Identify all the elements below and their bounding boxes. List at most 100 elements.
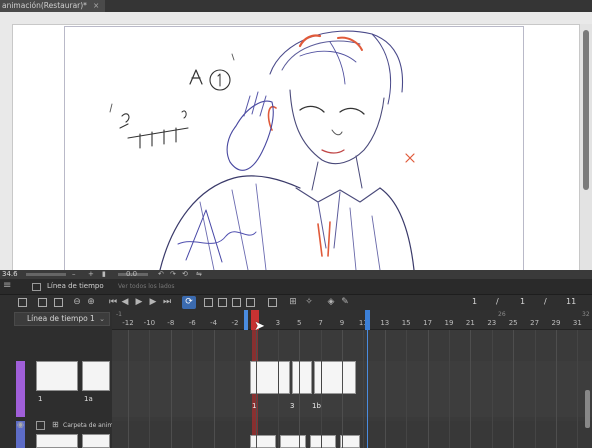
timeline-panel: ≡ Línea de tiempo Ver todos los lados ⊖ … (0, 279, 592, 448)
secondary-tab[interactable]: Ver todos los lados (118, 283, 175, 290)
cel-thumbnail[interactable] (310, 435, 336, 448)
frame-grid-line (213, 330, 215, 448)
new-cel-icon[interactable] (204, 298, 213, 307)
settings-timeline-icon[interactable] (54, 298, 63, 307)
timeline-header: ≡ Línea de tiempo Ver todos los lados (0, 279, 592, 295)
edit-timeline-icon[interactable] (38, 298, 47, 307)
cel-thumbnail[interactable] (250, 435, 276, 448)
zoom-in-button[interactable]: + (88, 270, 94, 279)
zoom-in-timeline-icon[interactable]: ⊕ (86, 297, 96, 307)
last-frame-icon[interactable]: ⏭ (162, 297, 172, 307)
new-timeline-icon[interactable] (18, 298, 27, 307)
ruler-tick-label: 25 (508, 319, 518, 327)
zoom-slider[interactable] (26, 273, 66, 276)
rotate-left-icon[interactable]: ↶ (158, 270, 164, 279)
first-frame-icon[interactable]: ⏮ (108, 297, 118, 307)
track-thumbnail[interactable] (36, 361, 78, 391)
canvas-area[interactable] (0, 12, 592, 282)
eye-icon[interactable]: ◉ (17, 420, 24, 429)
specify-cel-icon[interactable] (232, 298, 241, 307)
timeline-scroll-thumb[interactable] (585, 390, 590, 428)
cel-thumbnail[interactable] (280, 435, 306, 448)
timeline-tab[interactable]: Línea de tiempo (47, 282, 104, 290)
canvas-scroll-thumb[interactable] (583, 30, 589, 190)
thumbnail-label: 1a (84, 395, 93, 403)
ruler-tick-label: 7 (318, 319, 323, 327)
timeline-tab-icon (32, 283, 41, 291)
ruler-tick-label: -2 (231, 319, 239, 327)
timeline-selector[interactable]: Línea de tiempo 1 ⌄ (14, 312, 110, 326)
prev-frame-icon[interactable]: ◀ (120, 297, 130, 307)
rotate-value[interactable]: 0.0 (126, 270, 137, 279)
ruler-tick-label: -12 (122, 319, 134, 327)
play-icon[interactable]: ▶ (134, 297, 144, 307)
panel-menu-icon[interactable]: ≡ (3, 281, 11, 291)
frame-grid-line (299, 330, 301, 448)
mouse-cursor-icon: ➤ (254, 319, 265, 334)
frame-grid-line (342, 330, 343, 448)
playback-range-start[interactable] (244, 310, 248, 330)
track-thumbnail[interactable] (82, 361, 110, 391)
ruler-tick-label: 15 (401, 319, 411, 327)
ruler-tick-label: 31 (572, 319, 582, 327)
frame-grid-line (170, 330, 172, 448)
assign-cel-icon[interactable] (218, 298, 227, 307)
pen-icon[interactable]: ✎ (340, 297, 350, 307)
expand-icon[interactable]: ⊞ (52, 420, 59, 429)
track-thumbnail[interactable] (82, 434, 110, 448)
keyframe-type-icon[interactable]: ◈ (326, 297, 336, 307)
playback-range-end[interactable] (365, 310, 370, 330)
document-tab[interactable]: animación(Restaurar)* × (0, 0, 106, 12)
ruler-tick-label: 19 (444, 319, 454, 327)
timeline-frames[interactable]: -12-10-8-6-4-213579111315171921232527293… (112, 310, 592, 448)
rotate-right-icon[interactable]: ↷ (170, 270, 176, 279)
frame-grid-line (235, 330, 236, 448)
frame-grid-line (320, 330, 322, 448)
onion-skin-icon[interactable] (268, 298, 277, 307)
frame-grid-line (513, 330, 515, 448)
ruler-tick-label: 3 (275, 319, 281, 327)
cel-thumbnail[interactable] (340, 435, 360, 448)
document-tab-title: animación(Restaurar)* (2, 1, 87, 10)
frame-grid-line (534, 330, 536, 448)
timeline-track-names: Línea de tiempo 1 ⌄ 1 1a ◉ ⊞ Carpeta de … (0, 310, 129, 448)
document-tab-bar: animación(Restaurar)* × (0, 0, 592, 12)
frame-ruler[interactable]: -12-10-8-6-4-213579111315171921232527293… (112, 310, 592, 330)
frame-mid: 1 (520, 297, 526, 306)
frame-grid-line (556, 330, 557, 448)
frame-grid-line (577, 330, 579, 448)
current-frame: 1 (472, 297, 478, 306)
flip-icon[interactable]: ⇋ (196, 270, 202, 279)
frame-grid-line (449, 330, 450, 448)
keyframe-icon[interactable]: ⊞ (288, 297, 298, 307)
next-frame-icon[interactable]: ▶ (148, 297, 158, 307)
frame-grid-line (406, 330, 408, 448)
clear-frame-icon[interactable] (246, 298, 255, 307)
close-icon[interactable]: × (93, 1, 99, 10)
fit-screen-icon[interactable]: ▮ (102, 270, 106, 279)
frame-separator: / (496, 297, 499, 306)
frame-grid-line (470, 330, 472, 448)
playback-range-end-line (367, 330, 368, 448)
chevron-down-icon: ⌄ (99, 315, 105, 323)
frame-grid-line (256, 330, 258, 448)
cel-label: 1b (312, 402, 321, 410)
loop-playback-button[interactable]: ⟳ (182, 296, 196, 309)
frame-separator: / (544, 297, 547, 306)
track-color-stripe (16, 361, 25, 417)
ruler-marker-label: -1 (116, 311, 122, 318)
zoom-value[interactable]: 34.6 (2, 270, 18, 279)
zoom-out-timeline-icon[interactable]: ⊖ (72, 297, 82, 307)
cel-thumbnail[interactable] (292, 361, 312, 394)
frame-grid-line (149, 330, 151, 448)
track-thumbnail[interactable] (36, 434, 78, 448)
zoom-out-button[interactable]: – (72, 270, 76, 279)
clip-studio-window: animación(Restaurar)* × 34.6 – + ▮ 0.0 ↶… (0, 0, 592, 448)
timeline-selector-label: Línea de tiempo 1 (27, 314, 95, 323)
sketch-drawing (109, 30, 415, 270)
frame-grid-line (427, 330, 429, 448)
canvas-vertical-scrollbar[interactable] (580, 24, 592, 282)
folder-icon (36, 421, 45, 430)
reset-rotate-icon[interactable]: ⟲ (182, 270, 188, 279)
keyframe-settings-icon[interactable]: ✧ (304, 297, 314, 307)
